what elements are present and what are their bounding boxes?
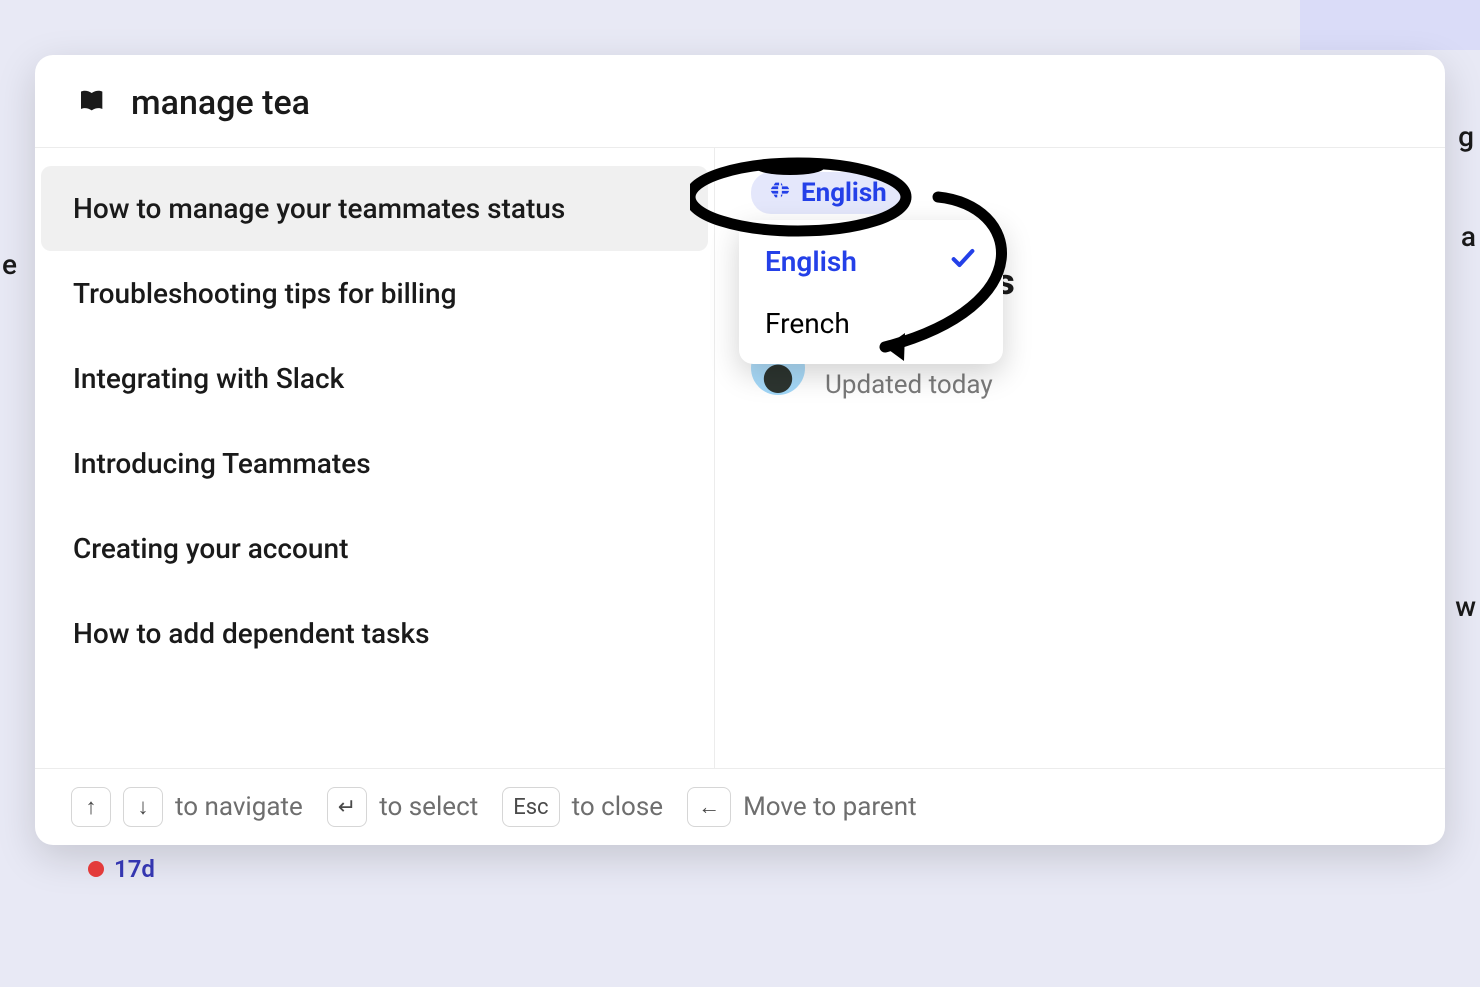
result-item[interactable]: Introducing Teammates	[35, 421, 714, 506]
updated-label: Updated today	[825, 368, 993, 403]
hint-navigate: to navigate	[175, 792, 303, 822]
hint-close: to close	[572, 792, 664, 822]
bg-text: g	[1458, 120, 1474, 153]
result-item[interactable]: Troubleshooting tips for billing	[35, 251, 714, 336]
result-item[interactable]: Integrating with Slack	[35, 336, 714, 421]
language-selector[interactable]: English	[751, 172, 905, 214]
status-text: 17d	[114, 855, 155, 883]
search-header: manage tea	[35, 55, 1445, 148]
bg-text: e	[2, 248, 17, 281]
globe-icon	[769, 178, 791, 208]
results-list: How to manage your teammates status Trou…	[35, 148, 715, 768]
bg-text: a	[1461, 220, 1476, 253]
language-option-english[interactable]: English	[739, 230, 1003, 293]
enter-key: ↵	[327, 787, 367, 827]
language-menu: English French	[739, 220, 1003, 364]
result-item[interactable]: How to manage your teammates status	[41, 166, 708, 251]
hint-parent: Move to parent	[743, 792, 917, 822]
language-option-label: French	[765, 307, 850, 340]
hint-select: to select	[379, 792, 478, 822]
result-item[interactable]: Creating your account	[35, 506, 714, 591]
language-option-french[interactable]: French	[739, 293, 1003, 354]
check-icon	[949, 244, 977, 279]
result-item[interactable]: How to add dependent tasks	[35, 591, 714, 676]
status-dot-icon	[88, 861, 104, 877]
book-icon	[77, 85, 109, 121]
esc-key: Esc	[502, 787, 559, 827]
language-label: English	[801, 178, 887, 208]
search-modal: manage tea How to manage your teammates …	[35, 55, 1445, 845]
bg-text: w	[1455, 590, 1476, 623]
article-preview: English English French your teammates by…	[715, 148, 1445, 768]
arrow-down-key: ↓	[123, 787, 163, 827]
arrow-up-key: ↑	[71, 787, 111, 827]
status-pill: 17d	[88, 855, 155, 883]
shortcut-hints: ↑ ↓ to navigate ↵ to select Esc to close…	[35, 768, 1445, 845]
arrow-left-key: ←	[687, 787, 731, 827]
language-option-label: English	[765, 245, 857, 278]
search-input[interactable]: manage tea	[131, 83, 310, 123]
